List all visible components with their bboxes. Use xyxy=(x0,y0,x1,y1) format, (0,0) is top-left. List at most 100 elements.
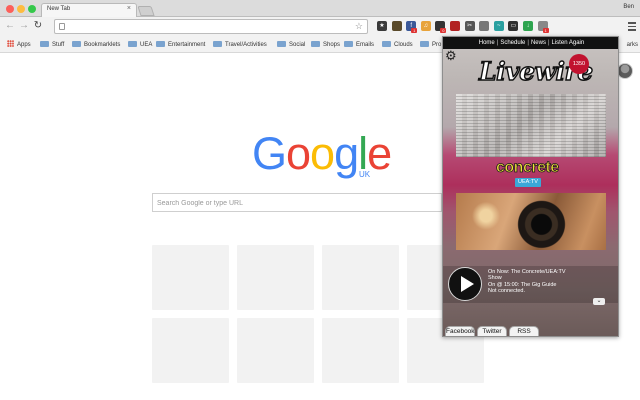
bookmark-folder[interactable]: Travel/Activities xyxy=(213,40,267,50)
popup-nav-home[interactable]: Home xyxy=(479,40,495,46)
bookmark-label: Entertainment xyxy=(168,42,206,48)
bookmark-label: Pro xyxy=(432,42,442,48)
logo-region: UK xyxy=(359,170,371,179)
monitor-ext-icon[interactable]: ▭ xyxy=(508,21,519,31)
bookmark-label: Stuff xyxy=(52,42,65,48)
folder-icon xyxy=(40,41,49,47)
ueatv-badge: UEA:TV xyxy=(515,178,541,187)
profile-name[interactable]: Ben xyxy=(623,4,634,10)
livewire-popup: Home | Schedule | News | Listen Again ⚙ Livewi… xyxy=(442,36,619,337)
zoom-window-button[interactable] xyxy=(28,5,36,13)
most-visited-tile[interactable] xyxy=(322,318,399,383)
folder-icon xyxy=(213,41,222,47)
chevron-down-icon[interactable]: ⌄ xyxy=(593,298,605,305)
reload-button[interactable]: ↻ xyxy=(32,19,44,33)
minimize-window-button[interactable] xyxy=(17,5,25,13)
close-window-button[interactable] xyxy=(6,5,14,13)
gear-icon[interactable]: ⚙ xyxy=(445,49,457,62)
back-button[interactable]: ← xyxy=(4,19,16,33)
folder-icon xyxy=(128,41,137,47)
tab-new-tab[interactable]: New Tab × xyxy=(41,3,137,17)
folder-icon xyxy=(382,41,391,47)
bookmark-folder[interactable]: Entertainment xyxy=(156,40,205,50)
search-box[interactable] xyxy=(152,193,442,212)
now-playing-text: On Now: The Concrete/UEA:TV Show On @ 15:0… xyxy=(488,269,616,294)
menu-icon[interactable] xyxy=(628,20,636,31)
extension-badge: 1 xyxy=(411,28,418,33)
logo-letter: e xyxy=(367,128,392,179)
google-logo: Google xyxy=(252,128,392,179)
most-visited-tile[interactable] xyxy=(152,318,229,383)
extension-badge: 1 xyxy=(542,28,549,33)
logo-letter: G xyxy=(252,128,287,179)
bookmark-label: Apps xyxy=(17,42,31,48)
folder-icon xyxy=(72,41,81,47)
bookmark-folder[interactable]: Shops xyxy=(311,40,340,50)
most-visited-tile[interactable] xyxy=(152,245,229,310)
logo-letter: o xyxy=(286,128,311,179)
pulse-ext-icon[interactable]: ~ xyxy=(493,21,504,31)
popup-nav-news[interactable]: News xyxy=(531,40,546,46)
forward-button[interactable]: → xyxy=(18,19,30,33)
shield-ext-icon[interactable] xyxy=(391,21,402,31)
scissors-ext-icon[interactable]: ✂ xyxy=(464,21,475,31)
logo-letter: o xyxy=(310,128,335,179)
most-visited-tile[interactable] xyxy=(237,245,314,310)
social-tabs: Facebook Twitter RSS xyxy=(443,325,618,336)
avatar[interactable] xyxy=(617,63,633,79)
most-visited-tile[interactable] xyxy=(237,318,314,383)
extension-badge: 0 xyxy=(440,28,447,33)
popup-nav: Home | Schedule | News | Listen Again xyxy=(443,37,618,49)
play-button[interactable] xyxy=(448,267,482,301)
folder-icon xyxy=(156,41,165,47)
address-bar[interactable]: ☆ xyxy=(54,19,368,34)
tab-facebook[interactable]: Facebook xyxy=(445,326,475,336)
most-visited-tile[interactable] xyxy=(322,245,399,310)
folder-icon xyxy=(277,41,286,47)
bookmark-folder[interactable]: UEA xyxy=(128,40,152,50)
tab-title: New Tab xyxy=(47,6,71,12)
livewire-ext-icon[interactable]: ★ xyxy=(377,21,387,31)
logo-letter: g xyxy=(334,128,359,179)
popup-nav-schedule[interactable]: Schedule xyxy=(500,40,525,46)
frequency-badge: 1350 xyxy=(569,54,589,74)
download-arrow-ext-icon[interactable]: ↓ xyxy=(523,21,533,31)
nav-separator: | xyxy=(496,40,499,46)
headphones-ext-icon[interactable]: ♫ xyxy=(420,21,431,31)
apps-grid-icon xyxy=(7,40,14,47)
other-bookmarks[interactable]: arks xyxy=(627,40,638,50)
browser-window: New Tab × Ben ← → ↻ ☆ ★ f 1 ♫ 0 ✂ ~ ▭ ↓ 1 Apps Stu… xyxy=(0,0,640,400)
bookmark-label: Travel/Activities xyxy=(225,42,267,48)
folder-icon xyxy=(311,41,320,47)
newspaper-image[interactable] xyxy=(456,94,606,157)
toolbar: ← → ↻ ☆ ★ f 1 ♫ 0 ✂ ~ ▭ ↓ 1 xyxy=(0,17,640,36)
bookmark-label: UEA xyxy=(140,42,153,48)
page-icon xyxy=(59,23,65,30)
bookmark-label: Social xyxy=(289,42,306,48)
bookmark-folder[interactable]: Bookmarklets xyxy=(72,40,120,50)
bookmark-folder[interactable]: Social xyxy=(277,40,305,50)
search-input[interactable] xyxy=(157,197,437,209)
bookmark-folder[interactable]: Clouds xyxy=(382,40,413,50)
tab-rss[interactable]: RSS xyxy=(509,326,539,336)
camera-ext-icon[interactable] xyxy=(479,21,490,31)
now-playing-line: Not connected. xyxy=(488,287,525,294)
folder-icon xyxy=(344,41,353,47)
bookmark-label: Bookmarklets xyxy=(84,42,121,48)
camera-lens-image[interactable] xyxy=(456,193,606,250)
bookmark-folder[interactable]: Emails xyxy=(344,40,374,50)
bookmark-star-icon[interactable]: ☆ xyxy=(355,21,363,32)
tab-twitter[interactable]: Twitter xyxy=(477,326,507,336)
new-tab-button[interactable] xyxy=(137,6,155,16)
bookmark-apps[interactable]: Apps xyxy=(7,40,31,50)
nav-separator: | xyxy=(527,40,529,46)
bookmark-label: Emails xyxy=(356,42,375,48)
close-icon[interactable]: × xyxy=(127,5,131,12)
bookmark-folder[interactable]: Pro xyxy=(420,40,441,50)
title-bar: New Tab × Ben xyxy=(0,0,640,17)
car-ext-icon[interactable] xyxy=(450,21,460,31)
popup-nav-listen-again[interactable]: Listen Again xyxy=(552,40,585,46)
concrete-logo: concrete xyxy=(496,159,560,177)
bookmark-label: Shops xyxy=(323,42,341,48)
bookmark-folder[interactable]: Stuff xyxy=(40,40,64,50)
